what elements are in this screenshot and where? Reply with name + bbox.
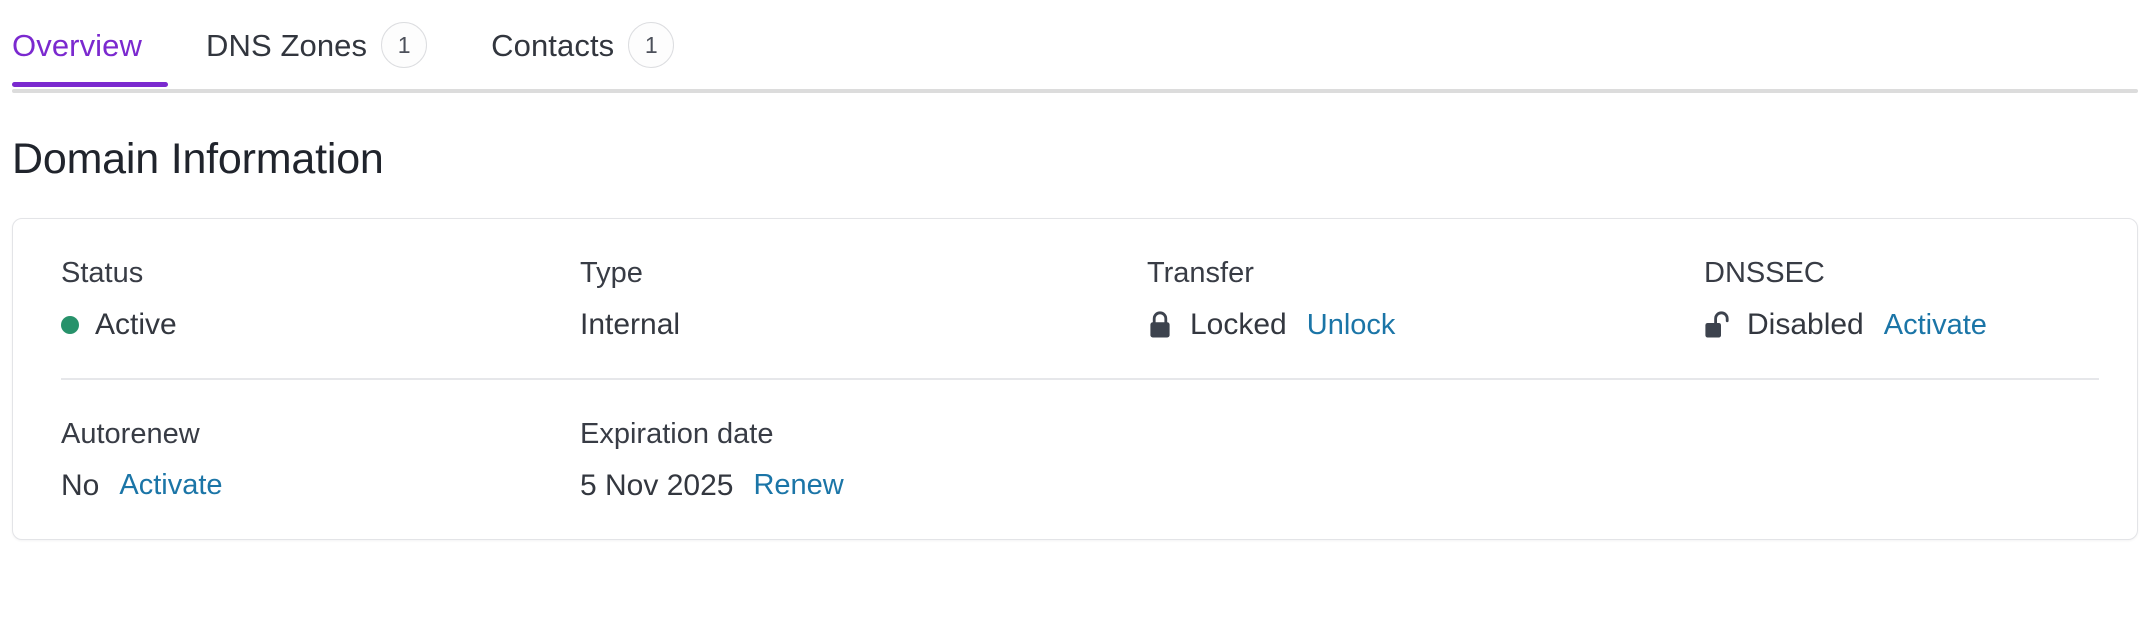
tab-overview-label: Overview: [12, 27, 142, 63]
status-dot-green-icon: [61, 316, 79, 335]
card-row-primary: Status Active Type Internal Transfer Loc…: [13, 219, 2137, 378]
activate-autorenew-link[interactable]: Activate: [119, 471, 222, 500]
field-expiration-date-label: Expiration date: [580, 417, 774, 450]
field-dnssec-value-group: Disabled Activate: [1704, 310, 2150, 340]
page-title: Domain Information: [12, 135, 384, 183]
tab-contacts-label: Contacts: [491, 27, 615, 63]
field-transfer-label: Transfer: [1147, 257, 1254, 290]
field-type-value: Internal: [580, 308, 681, 342]
field-transfer-value: Locked: [1190, 308, 1287, 342]
card-row-secondary: Autorenew No Activate Expiration date 5 …: [13, 380, 2137, 539]
field-type-value-group: Internal: [580, 310, 1090, 340]
tab-bar: Overview DNS Zones 1 Contacts 1: [0, 0, 2150, 96]
field-type: Type Internal: [580, 259, 1090, 340]
field-autorenew-label: Autorenew: [61, 417, 200, 450]
field-status-value-group: Active: [61, 310, 523, 340]
field-type-label: Type: [580, 257, 643, 290]
activate-dnssec-link[interactable]: Activate: [1884, 310, 1987, 340]
field-expiration-date: Expiration date 5 Nov 2025 Renew: [580, 417, 1090, 502]
field-autorenew: Autorenew No Activate: [13, 417, 523, 502]
tab-contacts-badge: 1: [628, 22, 675, 68]
lock-closed-icon: [1147, 310, 1173, 340]
unlock-transfer-link[interactable]: Unlock: [1307, 310, 1396, 340]
tab-overview[interactable]: Overview: [12, 0, 168, 90]
field-status: Status Active: [13, 259, 523, 340]
lock-open-icon: [1704, 310, 1730, 340]
field-expiration-date-value: 5 Nov 2025: [580, 468, 734, 502]
tab-active-indicator: [12, 82, 168, 87]
field-autorenew-value: No: [61, 468, 100, 502]
field-status-label: Status: [61, 257, 144, 290]
tab-dns-zones[interactable]: DNS Zones 1: [206, 0, 453, 90]
tab-contacts[interactable]: Contacts 1: [491, 0, 700, 90]
field-status-value: Active: [95, 308, 177, 342]
renew-domain-link[interactable]: Renew: [753, 471, 843, 500]
tab-dns-zones-label: DNS Zones: [206, 27, 368, 63]
field-transfer-value-group: Locked Unlock: [1147, 310, 1657, 340]
domain-information-card: Status Active Type Internal Transfer Loc…: [12, 218, 2138, 540]
field-autorenew-value-group: No Activate: [61, 468, 523, 502]
tab-dns-zones-badge: 1: [381, 22, 428, 68]
field-dnssec-label: DNSSEC: [1704, 257, 1825, 290]
field-dnssec: DNSSEC Disabled Activate: [1704, 259, 2150, 340]
field-dnssec-value: Disabled: [1747, 308, 1864, 342]
field-transfer: Transfer Locked Unlock: [1147, 259, 1657, 340]
field-expiration-date-value-group: 5 Nov 2025 Renew: [580, 468, 1090, 502]
